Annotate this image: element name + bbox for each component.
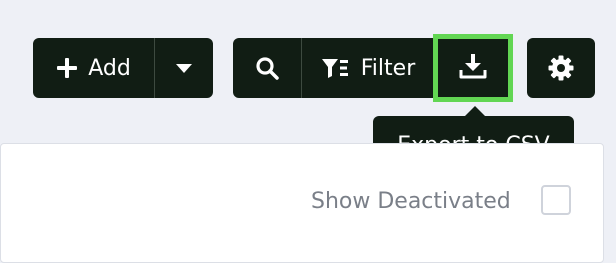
show-deactivated-checkbox[interactable] <box>541 185 571 215</box>
filter-button[interactable]: Filter <box>302 38 434 98</box>
plus-icon <box>56 57 78 79</box>
add-button[interactable]: Add <box>33 38 154 98</box>
add-button-group: Add <box>33 38 213 98</box>
search-icon <box>255 56 279 80</box>
show-deactivated-label: Show Deactivated <box>311 188 511 214</box>
filter-button-label: Filter <box>360 55 416 81</box>
download-icon <box>459 53 487 83</box>
export-button[interactable] <box>433 34 513 102</box>
caret-down-icon <box>175 62 193 74</box>
search-button[interactable] <box>233 38 301 98</box>
filter-icon <box>321 57 349 79</box>
settings-button[interactable] <box>527 38 595 98</box>
add-button-label: Add <box>88 55 131 81</box>
tooltip-arrow <box>465 106 485 116</box>
add-menu-button[interactable] <box>155 38 213 98</box>
gear-icon <box>548 55 574 81</box>
